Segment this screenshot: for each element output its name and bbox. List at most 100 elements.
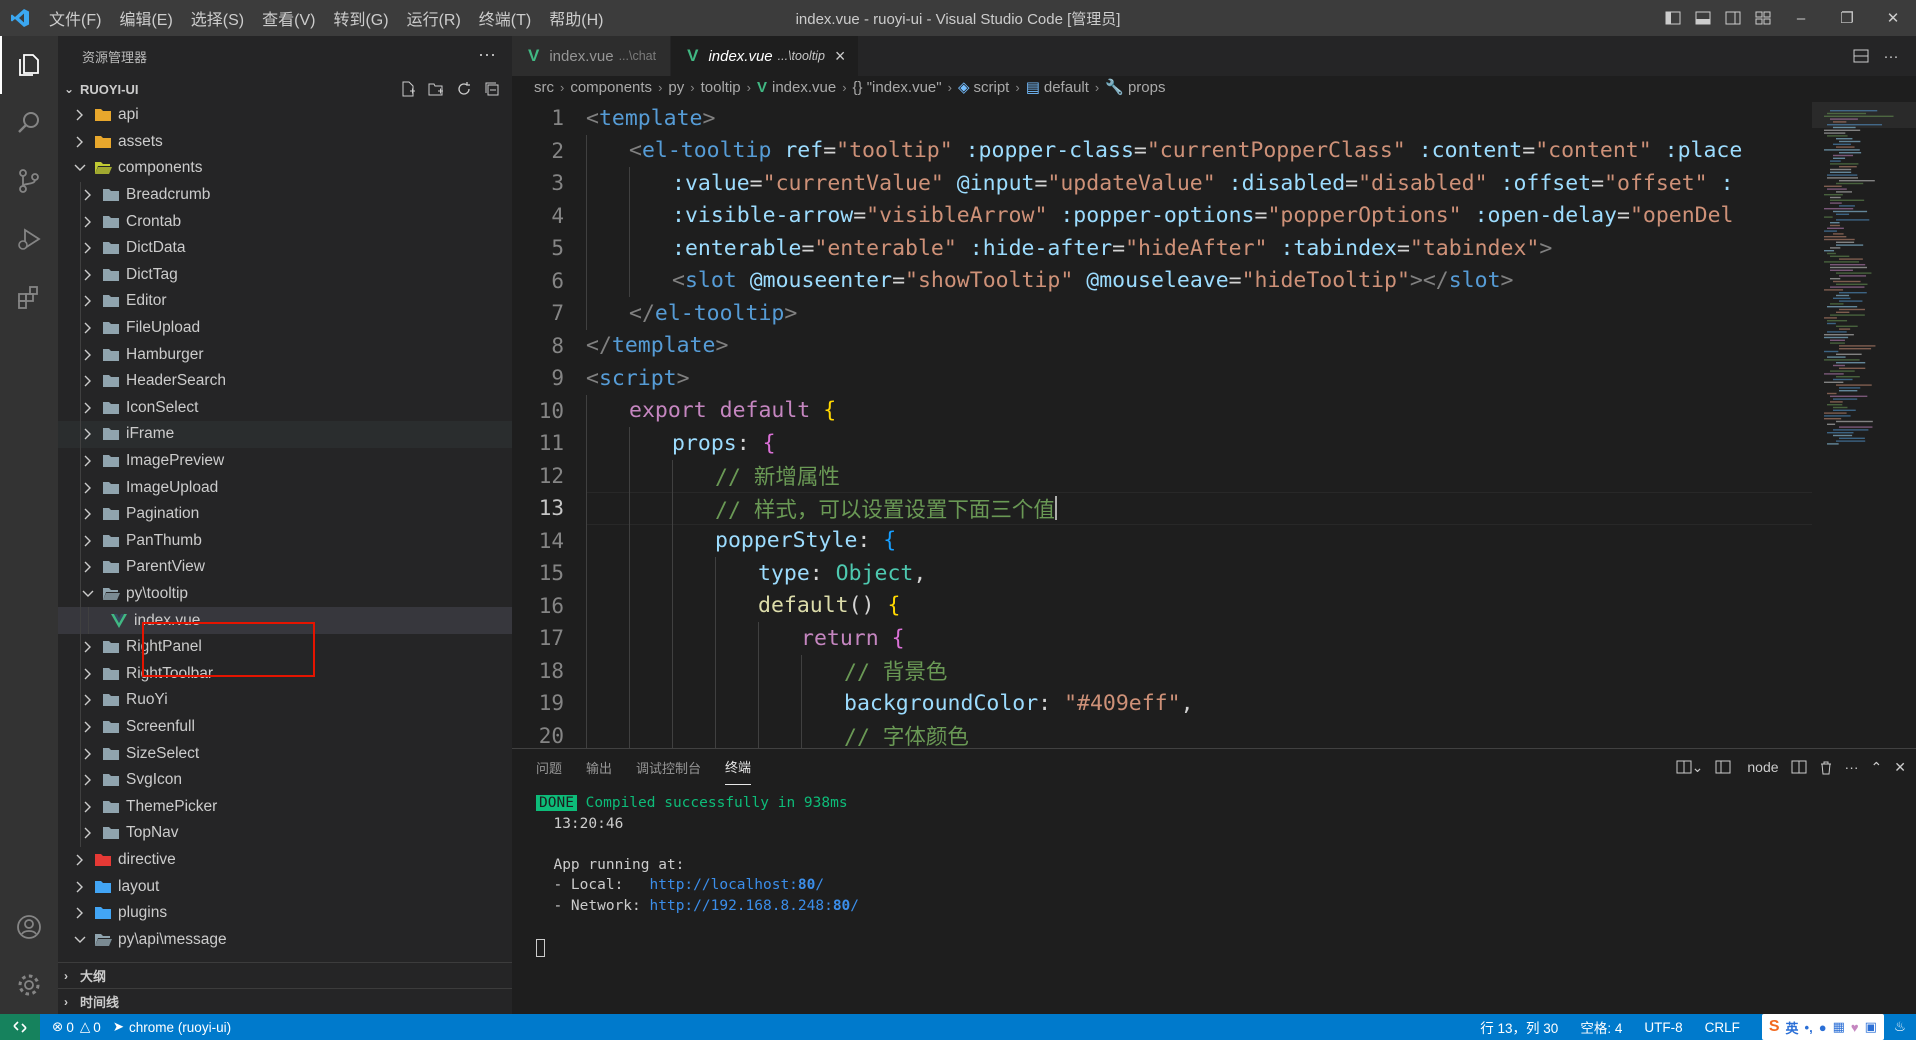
tab-index-vue-tooltip[interactable]: V index.vue ...\tooltip × (671, 36, 860, 76)
local-url-slash[interactable]: / (815, 877, 824, 893)
folder-item[interactable]: Pagination (58, 500, 512, 528)
folder-item[interactable]: DictTag (58, 261, 512, 289)
file-item[interactable]: index.vue (58, 607, 512, 634)
code-line[interactable]: 11 props: { (512, 427, 1812, 460)
code-line[interactable]: 17 return { (512, 622, 1812, 655)
outline-section-header[interactable]: › 大纲 (58, 962, 512, 988)
kill-terminal-trash-icon[interactable] (1819, 760, 1833, 775)
menu-view[interactable]: 查看(V) (253, 6, 324, 30)
network-port[interactable]: 80 (833, 898, 850, 914)
editor-more-actions-icon[interactable]: ··· (1876, 48, 1906, 65)
problems-status[interactable]: ⊗ 0 △ 0 (52, 1019, 101, 1035)
code-editor[interactable]: 1 < template >2 < el-tooltip ref = "tooltip" :p… (512, 102, 1812, 748)
timeline-section-header[interactable]: › 时间线 (58, 988, 512, 1014)
end-of-line[interactable]: CRLF (1705, 1020, 1740, 1035)
source-control-icon[interactable] (0, 152, 58, 210)
tab-debug-console[interactable]: 调试控制台 (636, 749, 701, 785)
menu-selection[interactable]: 选择(S) (182, 6, 253, 30)
terminal-output[interactable]: DONE Compiled successfully in 938ms 13:2… (536, 793, 859, 957)
menu-terminal[interactable]: 终端(T) (470, 6, 540, 30)
cursor-position[interactable]: 行 13，列 30 (1480, 1017, 1558, 1037)
folder-item[interactable]: FileUpload (58, 314, 512, 342)
folder-item[interactable]: PanThumb (58, 527, 512, 555)
folder-item[interactable]: SizeSelect (58, 740, 512, 767)
code-line[interactable]: 5:enterable = "enterable" :hide-after = "hid… (512, 232, 1812, 265)
folder-item[interactable]: api (58, 102, 512, 129)
search-icon[interactable] (0, 94, 58, 152)
debug-target-status[interactable]: ➤ chrome (ruoyi-ui) (113, 1019, 231, 1035)
code-line[interactable]: 4:visible-arrow = "visibleArrow" :popper-o… (512, 199, 1812, 232)
folder-item[interactable]: Breadcrumb (58, 181, 512, 209)
folder-item[interactable]: iFrame (58, 421, 512, 448)
folder-item[interactable]: plugins (58, 900, 512, 927)
menu-edit[interactable]: 编辑(E) (110, 6, 181, 30)
code-line[interactable]: 10 export default { (512, 394, 1812, 427)
folder-item[interactable]: Hamburger (58, 341, 512, 368)
tab-terminal[interactable]: 终端 (725, 749, 752, 785)
folder-item[interactable]: Screenfull (58, 713, 512, 741)
ime-punctuation-icon[interactable]: •, (1805, 1020, 1813, 1035)
folder-item[interactable]: components (58, 155, 512, 182)
code-line[interactable]: 12 // 新增属性 (512, 459, 1812, 492)
tab-output[interactable]: 输出 (586, 749, 612, 785)
new-folder-icon[interactable] (422, 78, 450, 100)
breadcrumb-item[interactable]: Vindex.vue (757, 79, 836, 96)
local-url[interactable]: http://localhost: (650, 877, 798, 893)
restore-icon[interactable]: ❐ (1824, 0, 1870, 36)
new-file-icon[interactable] (394, 78, 422, 100)
ime-toolbox-icon[interactable]: ▣ (1865, 1019, 1877, 1035)
folder-item[interactable]: TopNav (58, 820, 512, 847)
breadcrumb-item[interactable]: src (534, 79, 554, 96)
menu-go[interactable]: 转到(G) (324, 6, 397, 30)
code-line[interactable]: 14 popperStyle: { (512, 524, 1812, 557)
breadcrumb-item[interactable]: ▤ default (1026, 78, 1089, 97)
menu-file[interactable]: 文件(F) (40, 6, 110, 30)
menu-run[interactable]: 运行(R) (398, 6, 470, 30)
ime-keyboard-icon[interactable]: ▦ (1833, 1019, 1845, 1035)
breadcrumb-item[interactable]: ◈ script (958, 78, 1009, 97)
code-line[interactable]: 1 < template > (512, 102, 1812, 135)
refresh-icon[interactable] (450, 78, 478, 100)
ime-skin-icon[interactable]: ♥ (1851, 1020, 1859, 1035)
code-line[interactable]: 6 < slot @mouseenter = "showTooltip" @mousel… (512, 264, 1812, 297)
toggle-secondary-sidebar-icon[interactable] (1718, 0, 1748, 36)
extensions-icon[interactable] (0, 268, 58, 326)
indentation[interactable]: 空格: 4 (1580, 1017, 1622, 1037)
folder-item[interactable]: layout (58, 873, 512, 900)
code-line[interactable]: 9 < script > (512, 362, 1812, 395)
maximize-panel-chevron-up-icon[interactable]: ⌃ (1871, 759, 1883, 776)
network-url-slash[interactable]: / (850, 898, 859, 914)
network-url[interactable]: http://192.168.8.248: (650, 898, 833, 914)
code-line[interactable]: 2 < el-tooltip ref = "tooltip" :popper-class… (512, 134, 1812, 167)
folder-item[interactable]: assets (58, 129, 512, 156)
breadcrumb-item[interactable]: tooltip (701, 79, 741, 96)
more-actions-icon[interactable]: ··· (478, 44, 496, 65)
menu-help[interactable]: 帮助(H) (540, 6, 612, 30)
folder-item[interactable]: ParentView (58, 554, 512, 581)
remote-indicator-icon[interactable] (0, 1014, 40, 1040)
folder-item[interactable]: directive (58, 847, 512, 874)
close-window-icon[interactable]: ✕ (1870, 0, 1916, 36)
folder-item[interactable]: Editor (58, 288, 512, 315)
folder-item[interactable]: RuoYi (58, 687, 512, 714)
split-editor-icon[interactable] (1846, 49, 1876, 63)
manage-gear-icon[interactable] (0, 956, 58, 1014)
notifications-bell-icon[interactable]: ♨ (1894, 1019, 1906, 1035)
minimize-icon[interactable]: – (1778, 0, 1824, 36)
toggle-primary-sidebar-icon[interactable] (1658, 0, 1688, 36)
code-line[interactable]: 15 type: Object, (512, 557, 1812, 590)
ime-toolbar[interactable]: S 英 •, ● ▦ ♥ ▣ (1761, 1014, 1884, 1040)
folder-item[interactable]: Crontab (58, 208, 512, 235)
code-line[interactable]: 20 // 字体颜色 (512, 719, 1812, 748)
folder-item[interactable]: IconSelect (58, 394, 512, 422)
folder-item[interactable]: ImageUpload (58, 474, 512, 501)
ime-language[interactable]: 英 (1786, 1018, 1799, 1037)
local-port[interactable]: 80 (798, 877, 815, 893)
encoding[interactable]: UTF-8 (1644, 1020, 1682, 1035)
toggle-panel-icon[interactable] (1688, 0, 1718, 36)
code-line[interactable]: 18 // 背景色 (512, 654, 1812, 687)
folder-item[interactable]: RightPanel (58, 633, 512, 661)
close-panel-icon[interactable]: ✕ (1894, 759, 1906, 776)
breadcrumb-item[interactable]: {} "index.vue" (853, 79, 942, 96)
folder-item[interactable]: HeaderSearch (58, 367, 512, 395)
